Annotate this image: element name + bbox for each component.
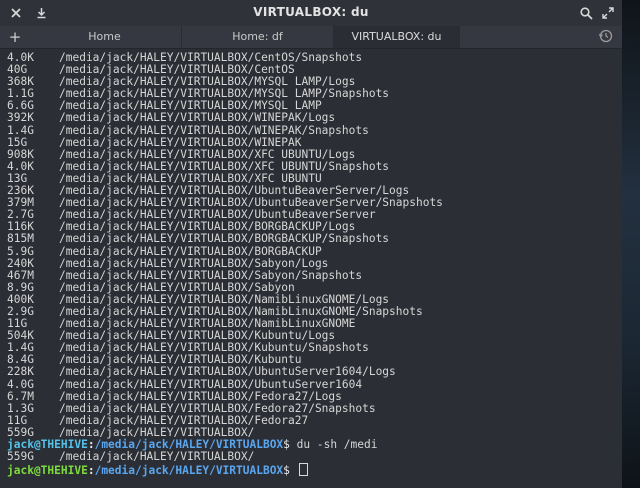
path-value: /media/jack/HALEY/VIRTUALBOX/XFC UBUNTU/… (59, 159, 390, 173)
path-value: /media/jack/HALEY/VIRTUALBOX/CentOS/Snap… (59, 51, 363, 64)
size-value: 815M (7, 232, 34, 246)
path-value: /media/jack/HALEY/VIRTUALBOX/WINEPAK/Log… (59, 111, 336, 125)
size-value: 5.9G (7, 244, 34, 258)
path-value: /media/jack/HALEY/VIRTUALBOX/Fedora27 (59, 413, 309, 427)
path-value: /media/jack/HALEY/VIRTUALBOX/Fedora27/Lo… (59, 389, 342, 403)
prompt-path: /media/jack/HALEY/VIRTUALBOX (94, 464, 284, 478)
prompt-symbol: $ (283, 438, 297, 451)
path-value: /media/jack/HALEY/VIRTUALBOX/Sabyon/Logs (59, 256, 329, 270)
path-value: /media/jack/HALEY/VIRTUALBOX/Sabyon/Snap… (59, 268, 363, 282)
path-value: /media/jack/HALEY/VIRTUALBOX/MYSQL LAMP/… (59, 87, 390, 101)
terminal-output[interactable]: 4.0K/media/jack/HALEY/VIRTUALBOX/CentOS/… (0, 49, 622, 488)
path-value: /media/jack/HALEY/VIRTUALBOX/ (59, 450, 255, 464)
tab-home[interactable]: Home (28, 26, 182, 48)
path-value: /media/jack/HALEY/VIRTUALBOX/Kubuntu/Log… (59, 329, 336, 343)
size-value: 4.0G (7, 377, 34, 391)
path-value: /media/jack/HALEY/VIRTUALBOX/NamibLinuxG… (59, 292, 390, 306)
size-value: 228K (7, 365, 34, 379)
command-text: du -sh /medi (296, 438, 378, 451)
search-icon (579, 6, 593, 20)
path-value: /media/jack/HALEY/VIRTUALBOX/UbuntuServe… (59, 377, 363, 391)
text-cursor (298, 463, 308, 477)
size-value: 1.3G (7, 401, 34, 415)
terminal-window: VIRTUALBOX: du + Home Home: df VIRTUALBO… (0, 0, 622, 488)
size-value: 1.4G (7, 123, 34, 137)
fullscreen-button[interactable] (598, 3, 618, 23)
prompt-path: /media/jack/HALEY/VIRTUALBOX (94, 438, 284, 451)
output-line: 559G/media/jack/HALEY/VIRTUALBOX/ (7, 450, 622, 464)
title-bar: VIRTUALBOX: du (0, 0, 622, 26)
size-value: 15G (7, 135, 28, 149)
prompt-user: jack@THEHIVE (7, 464, 88, 478)
path-value: /media/jack/HALEY/VIRTUALBOX/UbuntuBeave… (59, 184, 410, 198)
path-value: /media/jack/HALEY/VIRTUALBOX/WINEPAK/Sna… (59, 123, 369, 137)
add-tab-button[interactable]: + (4, 26, 26, 48)
path-value: /media/jack/HALEY/VIRTUALBOX/ (59, 425, 255, 439)
prompt-separator: : (87, 464, 95, 478)
tab-virtualbox-du[interactable]: VIRTUALBOX: du (334, 26, 460, 48)
path-value: /media/jack/HALEY/VIRTUALBOX/MYSQL LAMP/… (59, 75, 356, 89)
path-value: /media/jack/HALEY/VIRTUALBOX/BORGBACKUP/… (59, 232, 390, 246)
path-value: /media/jack/HALEY/VIRTUALBOX/WINEPAK (59, 135, 302, 149)
size-value: 559G (7, 450, 34, 464)
path-value: /media/jack/HALEY/VIRTUALBOX/NamibLinuxG… (59, 304, 423, 318)
prompt-separator: : (87, 438, 95, 451)
path-value: /media/jack/HALEY/VIRTUALBOX/UbuntuBeave… (59, 208, 376, 222)
tab-home-df[interactable]: Home: df (182, 26, 334, 48)
path-value: /media/jack/HALEY/VIRTUALBOX/BORGBACKUP/… (59, 220, 356, 234)
path-value: /media/jack/HALEY/VIRTUALBOX/UbuntuServe… (59, 365, 396, 379)
prompt-line-active[interactable]: jack@THEHIVE:/media/jack/HALEY/VIRTUALBO… (7, 463, 622, 478)
size-value: 392K (7, 111, 34, 125)
path-value: /media/jack/HALEY/VIRTUALBOX/Fedora27/Sn… (59, 401, 376, 415)
path-value: /media/jack/HALEY/VIRTUALBOX/Kubuntu/Sna… (59, 341, 369, 355)
path-value: /media/jack/HALEY/VIRTUALBOX/Sabyon (59, 280, 295, 294)
prompt-user: jack@THEHIVE (7, 438, 88, 451)
path-value: /media/jack/HALEY/VIRTUALBOX/UbuntuBeave… (59, 196, 443, 210)
window-title: VIRTUALBOX: du (253, 5, 369, 19)
tab-bar: + Home Home: df VIRTUALBOX: du (0, 26, 622, 49)
path-value: /media/jack/HALEY/VIRTUALBOX/MYSQL LAMP (59, 99, 322, 113)
path-value: /media/jack/HALEY/VIRTUALBOX/NamibLinuxG… (59, 317, 356, 331)
size-value: 467M (7, 268, 34, 282)
history-button[interactable] (598, 28, 616, 46)
size-value: 240K (7, 256, 34, 270)
plus-icon: + (8, 28, 22, 46)
path-value: /media/jack/HALEY/VIRTUALBOX/XFC UBUNTU (59, 171, 322, 185)
path-value: /media/jack/HALEY/VIRTUALBOX/Kubuntu (59, 353, 302, 367)
path-value: /media/jack/HALEY/VIRTUALBOX/CentOS (59, 63, 295, 77)
fullscreen-icon (602, 7, 614, 19)
search-button[interactable] (576, 3, 596, 23)
desktop-background (622, 0, 640, 488)
prompt-symbol: $ (283, 464, 297, 478)
path-value: /media/jack/HALEY/VIRTUALBOX/XFC UBUNTU/… (59, 147, 356, 161)
path-value: /media/jack/HALEY/VIRTUALBOX/BORGBACKUP (59, 244, 322, 258)
history-icon (598, 29, 613, 43)
size-value: 6.7M (7, 389, 34, 403)
